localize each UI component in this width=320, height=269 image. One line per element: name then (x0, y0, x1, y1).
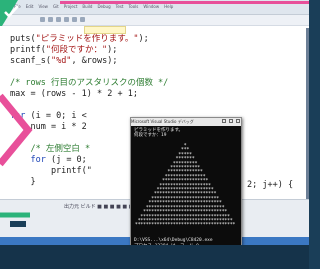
maximize-icon[interactable] (229, 119, 233, 123)
code-tail: 2; j++) { (247, 180, 294, 190)
code-token: ); (138, 34, 149, 44)
green-corner-decoration (0, 0, 19, 26)
redo-icon[interactable] (72, 17, 77, 22)
asterisk-pyramid: * *** ***** ******* ********* *********** ****… (134, 143, 236, 229)
code-token: "ピラミッドを作ります。" (35, 34, 139, 44)
console-footer-line: D:\VSS...\x64\Debug\C8420.exe (134, 238, 213, 243)
code-token: /* rows 行目のアスタリスクの個数 */ (10, 78, 169, 88)
run-icon[interactable] (80, 17, 85, 22)
code-token: scanf_s( (10, 56, 51, 66)
code-token: } (10, 177, 36, 187)
menu-item[interactable]: View (38, 1, 48, 13)
code-token: , &rows); (71, 56, 118, 66)
code-line: puts("ピラミッドを作ります。"); (10, 34, 270, 45)
save-icon[interactable] (56, 17, 61, 22)
console-line: 何段ですか：19 (134, 133, 167, 139)
code-token: (j = 0; (45, 155, 87, 165)
open-icon[interactable] (48, 17, 53, 22)
console-output: ピラミッドを作ります。 何段ですか：19 (134, 128, 238, 138)
pyramid-row: ************************************* (134, 222, 236, 229)
code-token: printf( (10, 45, 46, 55)
pink-frame-top (60, 1, 309, 4)
console-window-controls (222, 119, 240, 123)
code-token: puts( (10, 34, 36, 44)
code-line: max = (rows - 1) * 2 + 1; (10, 89, 270, 100)
taskbar (0, 245, 309, 269)
green-frame-decoration (0, 212, 30, 227)
code-line: scanf_s("%d", &rows); (10, 56, 270, 67)
pink-arrow-decoration (0, 93, 33, 167)
code-line: /* rows 行目のアスタリスクの個数 */ (10, 78, 270, 89)
code-token: ); (107, 45, 118, 55)
close-icon[interactable] (236, 119, 240, 123)
new-file-icon[interactable] (40, 17, 45, 22)
editor-tab[interactable] (84, 26, 126, 34)
toolbar-icons (40, 17, 85, 22)
code-token: "何段ですか：" (45, 45, 108, 55)
menu-item[interactable]: Git (53, 1, 59, 13)
minimize-icon[interactable] (222, 119, 226, 123)
code-line: printf("何段ですか："); (10, 45, 270, 56)
code-token: "%d" (50, 56, 72, 66)
undo-icon[interactable] (64, 17, 69, 22)
